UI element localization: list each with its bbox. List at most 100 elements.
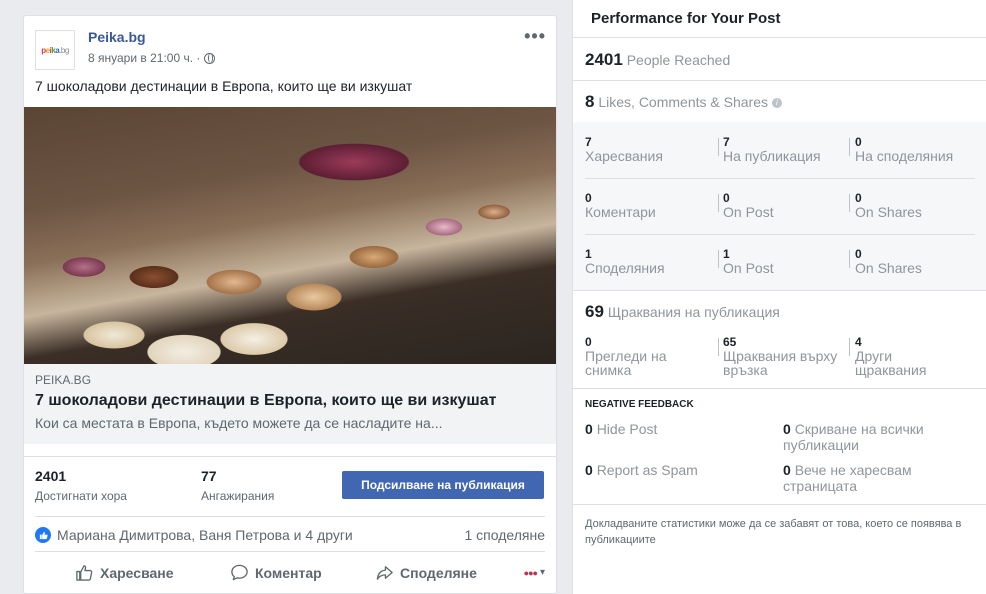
unlike-page-stat: 0 Вече не харесвам страницата bbox=[783, 462, 912, 494]
engagement-summary: 8 Likes, Comments & Shares i bbox=[585, 92, 782, 112]
other-clicks-label-2: щраквания bbox=[855, 362, 927, 378]
link-clicks-cell: 65 Щраквания върху връзка bbox=[723, 336, 837, 378]
post-card: p e i k a .bg Peika.bg 8 януари в 21:00 ч. · … bbox=[23, 15, 557, 594]
hide-all-value: 0 bbox=[783, 421, 791, 437]
page-avatar-mini-icon: ●●● bbox=[523, 567, 538, 578]
shares-on-post-label: On Post bbox=[723, 260, 774, 276]
more-options-icon[interactable]: ••• bbox=[524, 26, 546, 47]
divider bbox=[573, 37, 986, 38]
divider bbox=[573, 504, 986, 505]
row-divider bbox=[585, 234, 975, 235]
post-meta: 8 януари в 21:00 ч. · bbox=[88, 51, 216, 65]
column-separator bbox=[718, 250, 719, 268]
other-clicks-cell: 4 Други щраквания bbox=[855, 336, 927, 378]
link-preview-image[interactable] bbox=[24, 107, 556, 364]
column-separator bbox=[849, 338, 850, 356]
link-clicks-label-2: връзка bbox=[723, 362, 768, 378]
shares-on-shares-label: On Shares bbox=[855, 260, 922, 276]
like-button[interactable]: Харесване bbox=[75, 563, 174, 582]
engagement-summary-label: Likes, Comments & Shares bbox=[598, 94, 768, 110]
column-separator bbox=[849, 194, 850, 212]
hide-post-stat: 0 Hide Post bbox=[585, 421, 657, 437]
people-reached-value: 2401 bbox=[585, 50, 623, 69]
link-title[interactable]: 7 шоколадови дестинации в Европа, които … bbox=[35, 392, 496, 410]
comments-on-shares-cell: 0 On Shares bbox=[855, 192, 922, 220]
negative-feedback-title: NEGATIVE FEEDBACK bbox=[585, 399, 694, 410]
post-clicks-label: Щраквания на публикация bbox=[607, 304, 780, 320]
share-arrow-icon bbox=[376, 566, 393, 580]
hide-post-label: Hide Post bbox=[596, 421, 658, 437]
performance-panel: Performance for Your Post 2401 People Re… bbox=[572, 0, 986, 594]
column-separator bbox=[718, 338, 719, 356]
divider bbox=[573, 388, 986, 389]
post-clicks-value: 69 bbox=[585, 302, 604, 321]
page-name[interactable]: Peika.bg bbox=[88, 29, 146, 45]
photo-views-cell: 0 Прегледи на снимка bbox=[585, 336, 666, 378]
engagement-value: 77 bbox=[201, 468, 217, 484]
shares-on-post-cell: 1 On Post bbox=[723, 248, 774, 276]
audience-selector[interactable]: ●●● ▾ bbox=[524, 567, 545, 578]
comment-label: Коментар bbox=[255, 564, 322, 581]
reactors-text[interactable]: Мариана Димитрова, Ваня Петрова и 4 друг… bbox=[57, 527, 353, 543]
link-source: PEIKA.BG bbox=[35, 373, 92, 387]
unlike-page-value: 0 bbox=[783, 462, 791, 478]
comments-on-post-label: On Post bbox=[723, 204, 774, 220]
people-reached-label: People Reached bbox=[626, 52, 731, 68]
column-separator bbox=[849, 138, 850, 156]
report-spam-stat: 0 Report as Spam bbox=[585, 462, 698, 478]
comments-total-label: Коментари bbox=[585, 204, 656, 220]
shares-total-cell: 1 Споделяния bbox=[585, 248, 665, 276]
post-header: p e i k a .bg Peika.bg 8 януари в 21:00 ч. · … bbox=[24, 16, 556, 74]
boost-post-button[interactable]: Подсилване на публикация bbox=[342, 471, 544, 499]
page-logo[interactable]: p e i k a .bg bbox=[35, 30, 75, 70]
share-label: Споделяне bbox=[400, 564, 477, 581]
comments-total-cell: 0 Коментари bbox=[585, 192, 656, 220]
likes-on-shares-label: На споделяния bbox=[855, 148, 954, 164]
reached-value: 2401 bbox=[35, 468, 67, 484]
post-insights-row: 2401 Достигнати хора 77 Ангажирания Подс… bbox=[24, 456, 556, 508]
shares-total-label: Споделяния bbox=[585, 260, 665, 276]
report-spam-value: 0 bbox=[585, 462, 593, 478]
report-spam-label: Report as Spam bbox=[596, 462, 698, 478]
likes-total-label: Харесвания bbox=[585, 148, 663, 164]
info-icon[interactable]: i bbox=[771, 98, 782, 108]
comment-button[interactable]: Коментар bbox=[230, 563, 322, 582]
unlike-page-label: Вече не харесвам bbox=[794, 462, 912, 478]
reached-label: Достигнати хора bbox=[35, 489, 127, 503]
divider bbox=[573, 290, 986, 291]
shares-count[interactable]: 1 споделяне bbox=[465, 527, 546, 543]
engagement-breakdown: 7 Харесвания 7 На публикация 0 На споделяни… bbox=[573, 122, 986, 290]
post-clicks: 69 Щраквания на публикация bbox=[585, 302, 780, 322]
reactions-row: Мариана Димитрова, Ваня Петрова и 4 друг… bbox=[35, 516, 545, 552]
link-description: Кои са местата в Европа, където можете д… bbox=[35, 415, 443, 431]
engagement-label: Ангажирания bbox=[201, 489, 275, 503]
hide-all-posts-stat: 0 Скриване на всички публикации bbox=[783, 421, 924, 453]
post-text: 7 шоколадови дестинации в Европа, които … bbox=[35, 78, 413, 94]
likes-on-post-label: На публикация bbox=[723, 148, 821, 164]
post-actions: Харесване Коментар Споделяне ●●● ▾ bbox=[35, 558, 545, 590]
engagement-summary-value: 8 bbox=[585, 92, 595, 111]
column-separator bbox=[718, 138, 719, 156]
hide-all-label-2: публикации bbox=[783, 437, 859, 453]
comments-on-post-cell: 0 On Post bbox=[723, 192, 774, 220]
column-separator bbox=[718, 194, 719, 212]
globe-icon bbox=[204, 52, 216, 64]
thumbs-up-icon bbox=[76, 565, 93, 581]
row-divider bbox=[585, 178, 975, 179]
performance-title: Performance for Your Post bbox=[591, 10, 781, 27]
chevron-down-icon: ▾ bbox=[539, 567, 545, 578]
comment-icon bbox=[231, 564, 248, 581]
likes-total-cell: 7 Харесвания bbox=[585, 136, 663, 164]
post-date[interactable]: 8 януари в 21:00 ч. · bbox=[88, 51, 200, 65]
likes-on-shares-cell: 0 На споделяния bbox=[855, 136, 953, 164]
share-button[interactable]: Споделяне bbox=[375, 563, 477, 582]
hide-all-label: Скриване на всички bbox=[794, 421, 924, 437]
people-reached: 2401 People Reached bbox=[585, 50, 730, 70]
hide-post-value: 0 bbox=[585, 421, 593, 437]
comments-on-shares-label: On Shares bbox=[855, 204, 922, 220]
unlike-page-label-2: страницата bbox=[783, 478, 858, 494]
column-separator bbox=[849, 250, 850, 268]
like-label: Харесване bbox=[100, 564, 174, 581]
divider bbox=[573, 80, 986, 81]
like-reaction-icon[interactable] bbox=[35, 527, 51, 543]
